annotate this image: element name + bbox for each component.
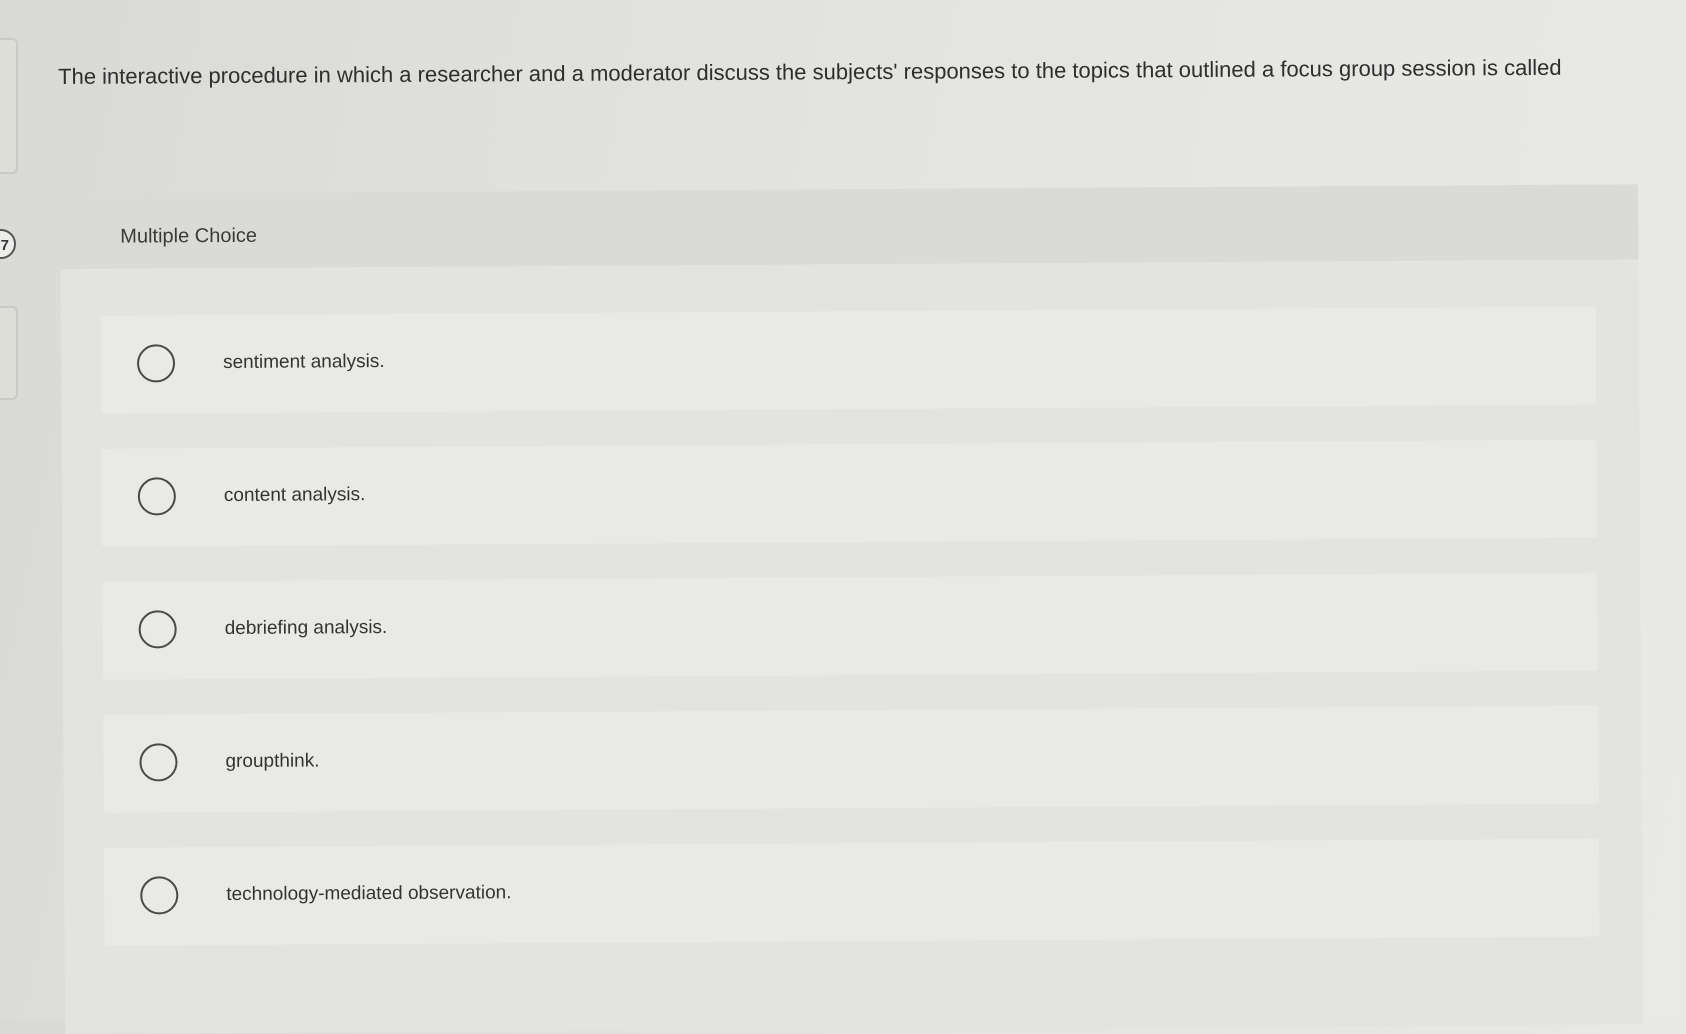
radio-button[interactable] [140,876,179,915]
answer-option[interactable]: debriefing analysis. [102,572,1598,680]
question-number-badge[interactable]: 7 [0,229,16,259]
option-label[interactable]: sentiment analysis. [223,351,385,374]
question-type-label: Multiple Choice [120,224,258,248]
question-nav-rail: 7 [0,0,20,420]
radio-button[interactable] [137,477,176,516]
answer-option[interactable]: groupthink. [103,705,1599,813]
answer-panel: Multiple Choice sentiment analysis. cont… [60,184,1644,1034]
radio-button[interactable] [138,610,177,649]
panel-header: Multiple Choice [60,184,1639,269]
option-label[interactable]: content analysis. [224,484,366,507]
radio-button[interactable] [139,743,178,782]
answer-options: sentiment analysis. content analysis. de… [100,306,1600,981]
question-prompt: The interactive procedure in which a res… [58,54,1562,89]
option-label[interactable]: debriefing analysis. [225,617,388,640]
radio-button[interactable] [136,344,176,383]
answer-option[interactable]: content analysis. [101,439,1598,547]
answer-option[interactable]: sentiment analysis. [100,306,1597,414]
option-label[interactable]: technology-mediated observation. [226,882,511,906]
option-label[interactable]: groupthink. [225,750,319,773]
next-question-tab[interactable] [0,306,18,400]
answer-option[interactable]: technology-mediated observation. [103,838,1600,946]
previous-question-tab[interactable] [0,38,18,174]
